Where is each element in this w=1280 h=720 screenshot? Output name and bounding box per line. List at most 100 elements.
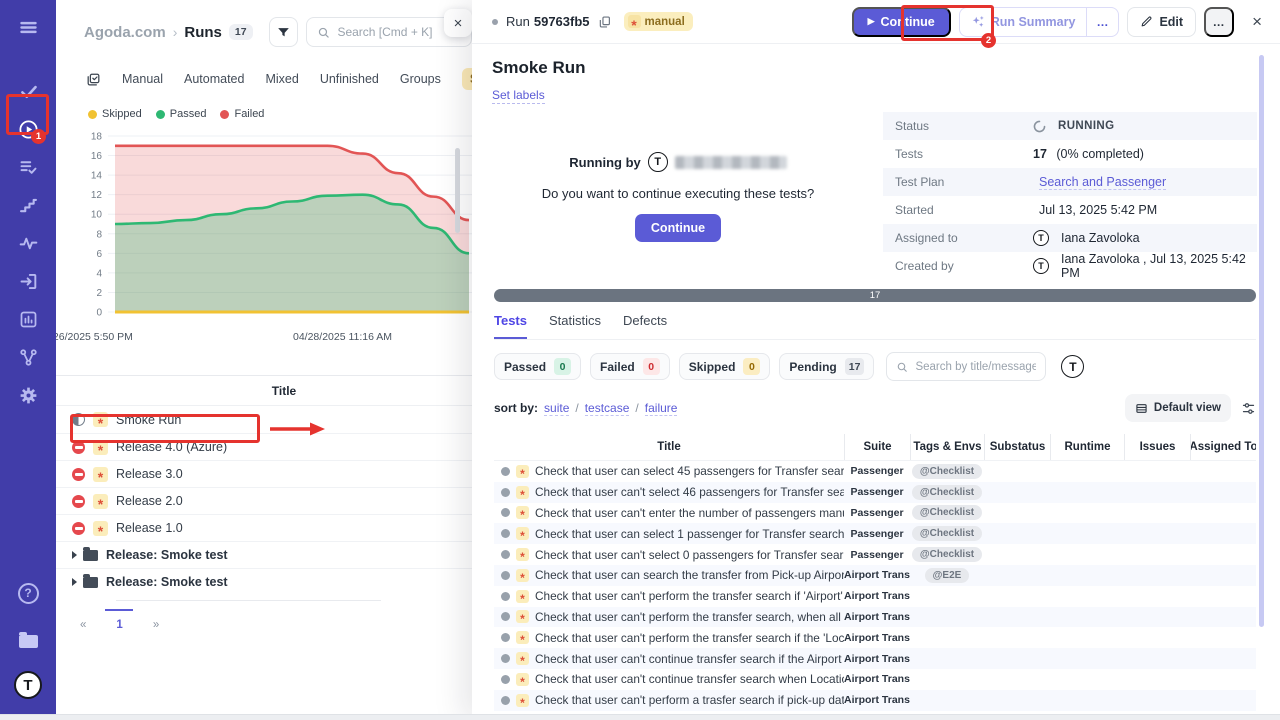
sidebar-item[interactable] [8,148,48,186]
test-row[interactable]: Check that user can't perform a trasfer … [494,690,1256,711]
sidebar-icon [18,271,39,292]
sidebar-item[interactable] [8,300,48,338]
status-running-icon [72,441,85,454]
pagination-next[interactable]: » [153,619,159,631]
test-row[interactable]: Check that user can't continue transfer … [494,669,1256,690]
runs-tab[interactable]: Mixed [265,72,298,86]
sliders-icon[interactable] [1241,401,1256,416]
test-row[interactable]: Check that user can't continue transfer … [494,648,1256,669]
detail-tab[interactable]: Statistics [549,313,601,339]
help-button[interactable]: ? [8,574,48,612]
run-row[interactable]: Release: Smoke test [56,541,472,568]
select-all-icon[interactable] [86,72,101,87]
run-info-table: Status T RUNNING Tests [883,112,1257,280]
sidebar-icon [18,17,39,38]
close-detail-button[interactable]: × [1252,12,1262,32]
test-row[interactable]: Check that user can't select 46 passenge… [494,482,1256,503]
runs-search-input[interactable] [337,25,461,39]
breadcrumb-project[interactable]: Agoda.com [84,24,166,41]
tests-search[interactable] [886,352,1046,381]
runs-tab[interactable]: Automated [184,72,244,86]
pending-status-dot [501,612,510,621]
test-row[interactable]: Check that user can't perform the transf… [494,607,1256,628]
expand-caret-icon[interactable] [72,551,77,559]
continue-prompt-button[interactable]: Continue [635,214,721,242]
test-row[interactable]: Check that user can search the transfer … [494,565,1256,586]
sidebar-item[interactable] [8,224,48,262]
run-summary-more-button[interactable]: … [1086,8,1118,36]
left-panel-scrollbar[interactable] [455,148,460,233]
x-tick-label: 04/28/2025 11:16 AM [293,331,392,343]
projects-button[interactable] [8,620,48,658]
sidebar-item[interactable] [8,8,48,46]
tag-badge: @Checklist [912,547,982,562]
runs-tab[interactable]: Groups [400,72,441,86]
assignee-filter-avatar[interactable]: T [1061,355,1084,378]
sidebar-item[interactable] [8,262,48,300]
sidebar-item[interactable] [8,72,48,110]
pagination-prev[interactable]: « [80,619,86,631]
workspace-logo[interactable]: T [8,666,48,704]
default-view-button[interactable]: Default view [1125,394,1231,422]
panel-close-button[interactable]: × [444,9,472,37]
run-label: Run [506,14,530,29]
sidebar-item[interactable] [8,338,48,376]
run-row[interactable]: Release 1.0 [56,514,472,541]
run-summary-button[interactable]: Run Summary [960,8,1087,36]
test-row[interactable]: Check that user can't perform the transf… [494,586,1256,607]
horizontal-scrollbar-track[interactable] [0,714,1280,720]
continue-button[interactable]: ▶ Continue [852,7,951,37]
sidebar-item[interactable] [8,376,48,414]
column-header[interactable]: Runtime [1050,434,1124,460]
info-value: T RUNNING [1033,120,1257,133]
tests-search-input[interactable] [915,361,1036,373]
edit-button[interactable]: Edit [1127,7,1196,37]
detail-scrollbar[interactable] [1259,55,1264,627]
detail-tab[interactable]: Defects [623,313,667,339]
test-title: Check that user can't continue transfer … [535,672,844,686]
info-value-text: Iana Zavoloka [1061,231,1140,245]
column-header[interactable]: Substatus [984,434,1050,460]
test-suite: Passenger [844,507,910,519]
run-row[interactable]: Release: Smoke test [56,568,472,595]
run-row[interactable]: Release 2.0 [56,487,472,514]
status-filter-chip[interactable]: Pending 17 [779,353,874,380]
sort-suite-link[interactable]: suite [544,401,569,416]
test-row[interactable]: Check that user can't enter the number o… [494,503,1256,524]
status-filter-chip[interactable]: Passed 0 [494,353,581,380]
svg-text:8: 8 [96,229,102,240]
tag-badge: @Checklist [912,526,982,541]
sort-failure-link[interactable]: failure [645,401,678,416]
more-actions-button[interactable]: … [1204,7,1234,37]
status-filter-chip[interactable]: Failed 0 [590,353,670,380]
column-header[interactable]: Title [494,434,844,460]
test-row[interactable]: Check that user can select 1 passenger f… [494,523,1256,544]
copy-icon[interactable] [598,15,612,29]
test-row[interactable]: Check that user can't perform the transf… [494,627,1256,648]
column-header[interactable]: Issues [1124,434,1190,460]
test-row[interactable]: Check that user can select 45 passengers… [494,461,1256,482]
expand-caret-icon[interactable] [72,578,77,586]
column-header[interactable]: Suite [844,434,910,460]
runs-tab[interactable]: Unfinished [320,72,379,86]
runs-tab[interactable]: Se [462,68,472,90]
sidebar-item[interactable] [8,186,48,224]
test-row[interactable]: Check that user can't select 0 passenger… [494,544,1256,565]
edit-label: Edit [1159,15,1183,29]
column-header[interactable]: Tags & Envs [910,434,984,460]
smoke-spark-icon [516,465,529,478]
run-row[interactable]: Release 3.0 [56,460,472,487]
runs-filter-tabs: Manual Automated Mixed Unfinished Groups Se [86,66,472,92]
column-header[interactable]: Assigned To [1190,434,1256,460]
run-row[interactable]: Release 4.0 (Azure) [56,433,472,460]
sort-testcase-link[interactable]: testcase [585,401,630,416]
pagination-page-1[interactable]: 1 [116,619,122,631]
runs-tab[interactable]: Manual [122,72,163,86]
filter-button[interactable] [269,17,299,47]
sidebar-item[interactable] [8,110,48,148]
detail-tab[interactable]: Tests [494,313,527,339]
smoke-spark-icon [93,494,108,509]
set-labels-link[interactable]: Set labels [492,88,545,104]
run-row[interactable]: Smoke Run [56,406,472,433]
status-filter-chip[interactable]: Skipped 0 [679,353,771,380]
